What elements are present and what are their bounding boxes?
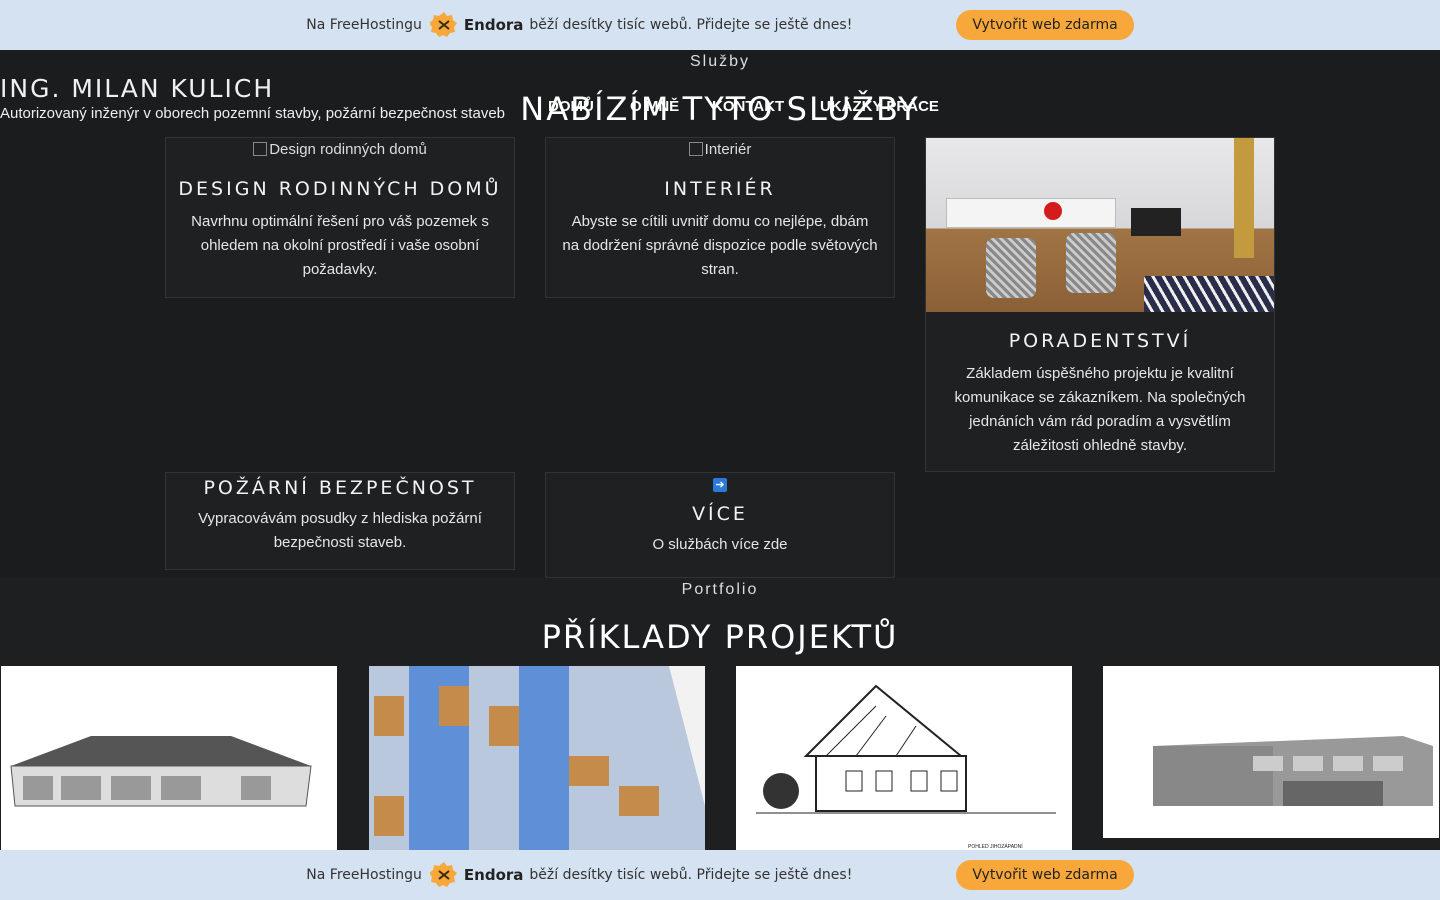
- create-web-button[interactable]: Vytvořit web zdarma: [956, 860, 1134, 890]
- nav-item-contact[interactable]: KONTAKT: [712, 98, 784, 115]
- arrow-right-icon: ➔: [713, 478, 727, 492]
- nav-item-about[interactable]: O MNĚ: [630, 98, 679, 115]
- service-card-consulting[interactable]: PORADENTSTVÍ Základem úspěšného projektu…: [925, 137, 1275, 472]
- promo-prefix: Na FreeHostingu: [306, 17, 422, 33]
- service-title: DESIGN RODINNÝCH DOMŮ: [178, 178, 502, 200]
- service-text: Základem úspěšného projektu je kvalitní …: [954, 365, 1246, 454]
- endora-logo-icon: [429, 11, 458, 39]
- service-card-interior[interactable]: Interiér INTERIÉR Abyste se cítili uvnit…: [545, 137, 895, 298]
- service-text: Abyste se cítili uvnitř domu co nejlépe,…: [562, 213, 878, 278]
- project-image-2[interactable]: [369, 666, 705, 850]
- project-drawing[interactable]: POHLED JIHOZÁPADNÍ: [736, 666, 1072, 850]
- interior-photo: [926, 138, 1274, 312]
- nav-item-home[interactable]: DOMŮ: [548, 98, 594, 115]
- service-card-fire-safety[interactable]: POŽÁRNÍ BEZPEČNOST Vypracovávám posudky …: [165, 472, 515, 570]
- create-web-button[interactable]: Vytvořit web zdarma: [956, 10, 1134, 40]
- portfolio-section-label: Portfolio: [681, 581, 759, 598]
- promo-brand: Endora: [463, 16, 524, 34]
- drawing-caption: POHLED JIHOZÁPADNÍ: [968, 843, 1023, 850]
- promo-suffix: běží desítky tisíc webů. Přidejte se ješ…: [529, 17, 853, 33]
- broken-image-icon: [688, 142, 703, 156]
- services-section-label: Služby: [689, 53, 751, 70]
- nav-item-portfolio[interactable]: UKÁZKY PRÁCE: [820, 98, 939, 115]
- endora-logo-icon: [429, 861, 458, 889]
- portfolio-heading: PŘÍKLADY PROJEKTŮ: [541, 618, 899, 656]
- promo-suffix: běží desítky tisíc webů. Přidejte se ješ…: [529, 867, 853, 883]
- service-title: INTERIÉR: [664, 178, 776, 200]
- service-card-design[interactable]: Design rodinných domů DESIGN RODINNÝCH D…: [165, 137, 515, 298]
- promo-brand: Endora: [463, 866, 524, 884]
- promo-prefix: Na FreeHostingu: [306, 867, 422, 883]
- service-title: VÍCE: [692, 503, 748, 525]
- hosting-promo-bar: Na FreeHostingu Endora běží desítky tisí…: [0, 0, 1440, 50]
- main-nav: DOMŮ O MNĚ KONTAKT UKÁZKY PRÁCE: [0, 98, 1440, 118]
- service-title: PORADENTSTVÍ: [1008, 330, 1192, 352]
- service-text: Vypracovávám posudky z hlediska požární …: [198, 510, 482, 551]
- service-text: O službách více zde: [652, 536, 788, 553]
- hosting-promo-bar-bottom: Na FreeHostingu Endora běží desítky tisí…: [0, 850, 1440, 900]
- service-title: POŽÁRNÍ BEZPEČNOST: [203, 477, 477, 499]
- interior-image-placeholder: Interiér: [546, 138, 894, 160]
- service-text: Navrhnu optimální řešení pro váš pozemek…: [191, 213, 489, 278]
- project-image-4[interactable]: [1103, 666, 1439, 850]
- service-card-more[interactable]: ➔ VÍCE O službách více zde: [545, 472, 895, 578]
- design-image-placeholder: Design rodinných domů: [166, 138, 514, 160]
- broken-image-icon: [253, 142, 268, 156]
- project-image-1[interactable]: [1, 666, 337, 850]
